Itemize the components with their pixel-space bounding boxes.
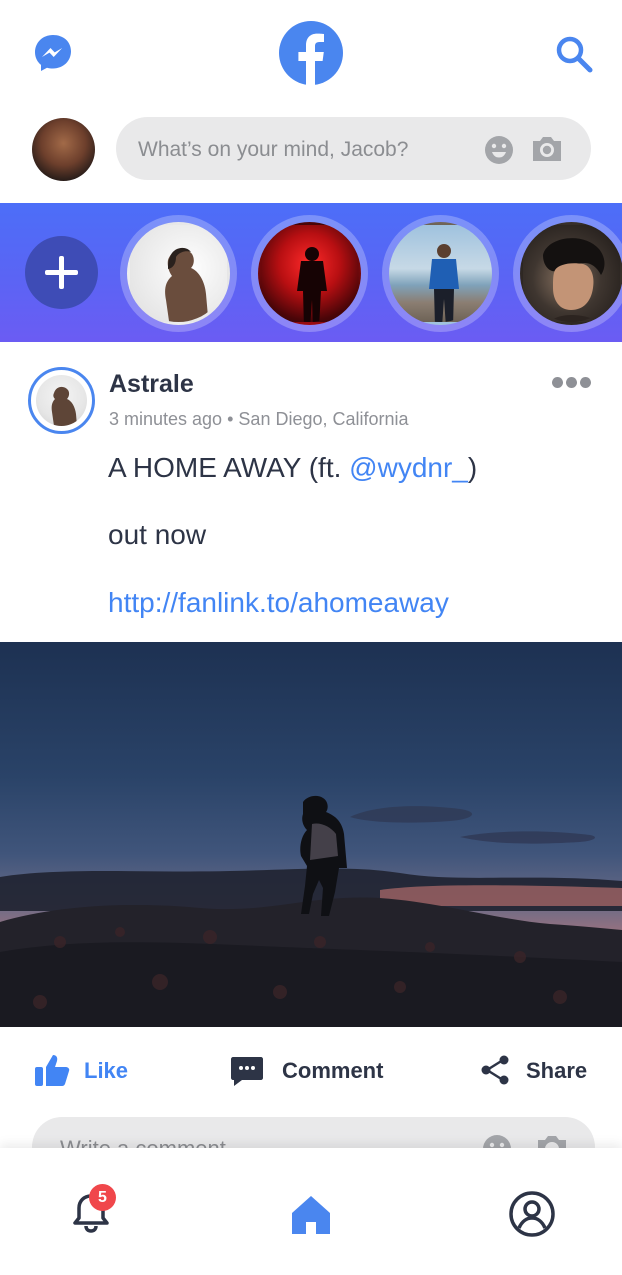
story-thumbnail <box>389 222 492 325</box>
thumbs-up-icon <box>35 1055 70 1086</box>
post-text-before-mention: A HOME AWAY (ft. <box>108 452 350 483</box>
story-item[interactable] <box>120 215 237 332</box>
post-text-line-2: out now <box>108 519 207 550</box>
post-text-after-mention: ) <box>467 452 478 483</box>
post-meta: 3 minutes ago • San Diego, California <box>109 409 409 430</box>
top-bar <box>0 0 622 105</box>
avatar-photo <box>36 375 87 426</box>
like-label: Like <box>84 1058 129 1083</box>
status-composer: What’s on your mind, Jacob? <box>0 115 622 185</box>
post-url-link[interactable]: http://fanlink.to/ahomeaway <box>108 587 449 619</box>
story-item[interactable] <box>513 215 622 332</box>
add-story-button[interactable] <box>25 236 98 309</box>
story-thumbnail <box>127 222 230 325</box>
post-text-line: A HOME AWAY (ft. @wydnr_) <box>108 452 477 484</box>
post-mention-link[interactable]: @wydnr_ <box>349 452 468 483</box>
post-author-avatar[interactable] <box>28 367 95 434</box>
status-input[interactable]: What’s on your mind, Jacob? <box>116 117 591 180</box>
story-thumbnail <box>258 222 361 325</box>
comment-icon <box>231 1057 263 1086</box>
share-label: Share <box>526 1058 588 1083</box>
comment-button[interactable]: Comment <box>230 1050 390 1090</box>
post-actions: Like Comment Share <box>0 1040 622 1100</box>
my-avatar[interactable] <box>32 118 95 181</box>
home-icon[interactable] <box>289 1193 333 1237</box>
facebook-logo-icon[interactable] <box>279 21 343 85</box>
share-button[interactable]: Share <box>480 1050 590 1090</box>
story-figure <box>429 244 459 322</box>
story-figure <box>543 238 605 322</box>
story-item[interactable] <box>382 215 499 332</box>
story-figure <box>297 247 327 322</box>
camera-icon[interactable] <box>530 134 564 164</box>
comment-label: Comment <box>282 1058 384 1083</box>
story-figure <box>165 247 209 322</box>
post-author-name[interactable]: Astrale <box>109 370 194 399</box>
like-button[interactable]: Like <box>34 1050 154 1090</box>
story-thumbnail <box>520 222 622 325</box>
share-icon <box>481 1055 509 1085</box>
story-item[interactable] <box>251 215 368 332</box>
more-options-icon[interactable] <box>552 376 592 390</box>
messenger-icon[interactable] <box>33 33 73 73</box>
post-time: 3 minutes ago <box>109 409 223 429</box>
post-photo[interactable] <box>0 642 622 1027</box>
stories-strip <box>0 203 622 342</box>
meta-separator: • <box>227 409 234 429</box>
photo-scene <box>0 795 622 1027</box>
notification-badge: 5 <box>89 1184 116 1211</box>
smiley-icon[interactable] <box>484 135 514 165</box>
status-input-placeholder: What’s on your mind, Jacob? <box>138 138 409 161</box>
bottom-navigation <box>0 1148 622 1275</box>
post-location[interactable]: San Diego, California <box>238 409 408 429</box>
profile-icon[interactable] <box>508 1190 556 1238</box>
search-icon[interactable] <box>554 34 594 74</box>
